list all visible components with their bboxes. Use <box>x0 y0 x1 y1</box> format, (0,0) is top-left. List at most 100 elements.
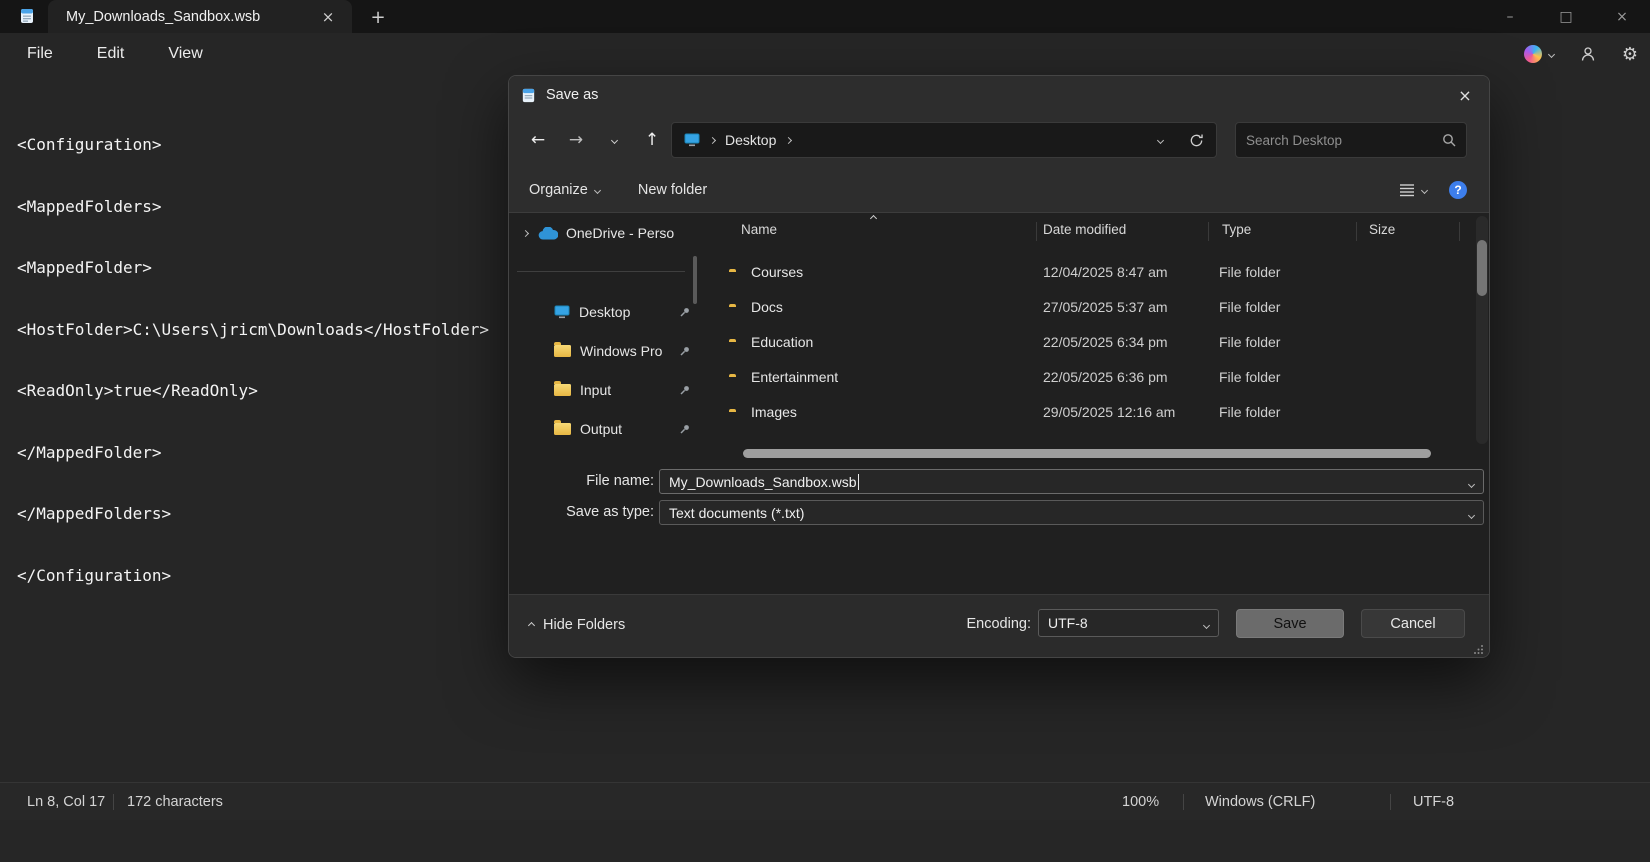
table-row-courses[interactable]: Courses 12/04/2025 8:47 am File folder <box>699 254 1469 289</box>
save-as-type-select[interactable]: Text documents (*.txt) <box>659 500 1484 525</box>
save-button[interactable]: Save <box>1236 609 1344 638</box>
menubar-right-icons: ⚙ <box>1524 33 1638 75</box>
tab-my-downloads-sandbox[interactable]: My_Downloads_Sandbox.wsb × <box>48 0 352 33</box>
file-name-dropdown[interactable] <box>1469 474 1474 490</box>
row-name: Education <box>751 334 813 350</box>
settings-gear-icon[interactable]: ⚙ <box>1622 44 1638 65</box>
column-divider[interactable] <box>1208 222 1209 241</box>
up-button[interactable]: ↑ <box>633 124 671 156</box>
sidebar-item-output[interactable]: Output <box>509 412 691 446</box>
horizontal-scrollbar[interactable] <box>739 448 1435 459</box>
column-divider[interactable] <box>1036 222 1037 241</box>
row-type: File folder <box>1219 404 1280 420</box>
statusbar-encoding[interactable]: UTF-8 <box>1413 794 1454 810</box>
sort-ascending-icon <box>870 215 877 222</box>
organize-label: Organize <box>529 182 588 198</box>
column-divider[interactable] <box>1459 222 1460 241</box>
dialog-toolbar: Organize New folder ? <box>529 168 1467 212</box>
refresh-icon[interactable] <box>1189 133 1204 148</box>
menu-bar: File Edit View <box>0 33 1650 75</box>
character-count: 172 characters <box>127 794 223 810</box>
minimize-button[interactable]: – <box>1482 0 1538 33</box>
editor-line: <HostFolder>C:\Users\jricm\Downloads</Ho… <box>17 320 497 341</box>
encoding-select[interactable]: UTF-8 <box>1038 609 1219 637</box>
row-date: 29/05/2025 12:16 am <box>1043 404 1175 420</box>
notepad-dialog-icon <box>520 87 537 104</box>
zoom-level[interactable]: 100% <box>1122 794 1159 810</box>
table-row-images[interactable]: Images 29/05/2025 12:16 am File folder <box>699 394 1469 429</box>
breadcrumb-separator-icon <box>709 136 716 143</box>
table-row-entertainment[interactable]: Entertainment 22/05/2025 6:36 pm File fo… <box>699 359 1469 394</box>
column-divider[interactable] <box>1356 222 1357 241</box>
text-caret <box>858 474 859 490</box>
dialog-title-bar: Save as × <box>509 76 1489 114</box>
account-icon[interactable] <box>1580 46 1596 62</box>
file-list: Name Date modified Type Size Courses 12/… <box>699 214 1490 461</box>
folder-icon <box>554 345 571 357</box>
row-date: 22/05/2025 6:36 pm <box>1043 369 1168 385</box>
resize-grip[interactable] <box>1473 644 1484 655</box>
tab-close-icon[interactable]: × <box>316 5 340 29</box>
scrollbar-thumb[interactable] <box>743 449 1431 458</box>
search-box <box>1235 122 1467 158</box>
menu-edit[interactable]: Edit <box>97 45 125 63</box>
folder-icon <box>554 423 571 435</box>
help-button[interactable]: ? <box>1449 181 1467 199</box>
expand-chevron-icon[interactable] <box>522 229 529 236</box>
menu-view[interactable]: View <box>168 45 202 63</box>
address-bar[interactable]: Desktop <box>671 122 1217 158</box>
cursor-position: Ln 8, Col 17 <box>27 794 105 810</box>
back-button[interactable]: ← <box>519 124 557 156</box>
table-row-education[interactable]: Education 22/05/2025 6:34 pm File folder <box>699 324 1469 359</box>
encoding-label: Encoding: <box>901 616 1031 632</box>
organize-button[interactable]: Organize <box>529 182 600 198</box>
view-mode-button[interactable] <box>1399 183 1427 197</box>
new-tab-button[interactable]: + <box>364 4 392 30</box>
editor-text-area[interactable]: <Configuration> <MappedFolders> <MappedF… <box>17 94 497 627</box>
editor-line: </Configuration> <box>17 566 497 587</box>
sidebar-item-label: Desktop <box>579 304 673 320</box>
vertical-scrollbar[interactable] <box>1476 216 1488 444</box>
hide-folders-button[interactable]: Hide Folders <box>523 611 631 639</box>
chevron-down-icon <box>1548 50 1555 57</box>
column-date-modified[interactable]: Date modified <box>1043 222 1126 237</box>
encoding-value: UTF-8 <box>1048 615 1088 631</box>
sidebar-scrollbar[interactable] <box>693 256 697 304</box>
maximize-button[interactable]: □ <box>1538 0 1594 33</box>
recent-locations-button[interactable] <box>595 124 633 156</box>
table-row-docs[interactable]: Docs 27/05/2025 5:37 am File folder <box>699 289 1469 324</box>
close-button[interactable]: × <box>1594 0 1650 33</box>
forward-button[interactable]: → <box>557 124 595 156</box>
column-size[interactable]: Size <box>1369 222 1395 237</box>
file-name-value: My_Downloads_Sandbox.wsb <box>669 474 857 490</box>
column-name[interactable]: Name <box>741 222 777 237</box>
editor-line: <MappedFolders> <box>17 197 497 218</box>
file-name-input[interactable]: My_Downloads_Sandbox.wsb <box>659 469 1484 494</box>
row-date: 27/05/2025 5:37 am <box>1043 299 1168 315</box>
copilot-button[interactable] <box>1524 45 1554 63</box>
search-input[interactable] <box>1246 133 1442 148</box>
breadcrumb-separator-icon[interactable] <box>785 136 792 143</box>
sidebar-item-desktop[interactable]: Desktop <box>509 295 691 329</box>
search-icon[interactable] <box>1442 133 1456 147</box>
scrollbar-thumb[interactable] <box>1477 240 1487 296</box>
sidebar-item-input[interactable]: Input <box>509 373 691 407</box>
cancel-button[interactable]: Cancel <box>1361 609 1465 638</box>
breadcrumb-location[interactable]: Desktop <box>725 132 776 148</box>
row-name: Courses <box>751 264 803 280</box>
dialog-body: OneDrive - Perso Desktop Windows Pro <box>509 214 1490 461</box>
line-ending[interactable]: Windows (CRLF) <box>1205 794 1315 810</box>
row-type: File folder <box>1219 369 1280 385</box>
title-bar: My_Downloads_Sandbox.wsb × + – □ × <box>0 0 1650 33</box>
dialog-close-icon[interactable]: × <box>1441 76 1489 114</box>
address-dropdown-icon[interactable] <box>1157 136 1164 143</box>
row-type: File folder <box>1219 299 1280 315</box>
sidebar-item-onedrive[interactable]: OneDrive - Perso <box>509 216 691 250</box>
sidebar-item-windows-pro[interactable]: Windows Pro <box>509 334 691 368</box>
file-name-label: File name: <box>519 473 654 489</box>
new-folder-button[interactable]: New folder <box>638 182 707 198</box>
column-type[interactable]: Type <box>1222 222 1251 237</box>
row-name: Images <box>751 404 797 420</box>
onedrive-cloud-icon <box>538 227 558 240</box>
menu-file[interactable]: File <box>27 45 53 63</box>
